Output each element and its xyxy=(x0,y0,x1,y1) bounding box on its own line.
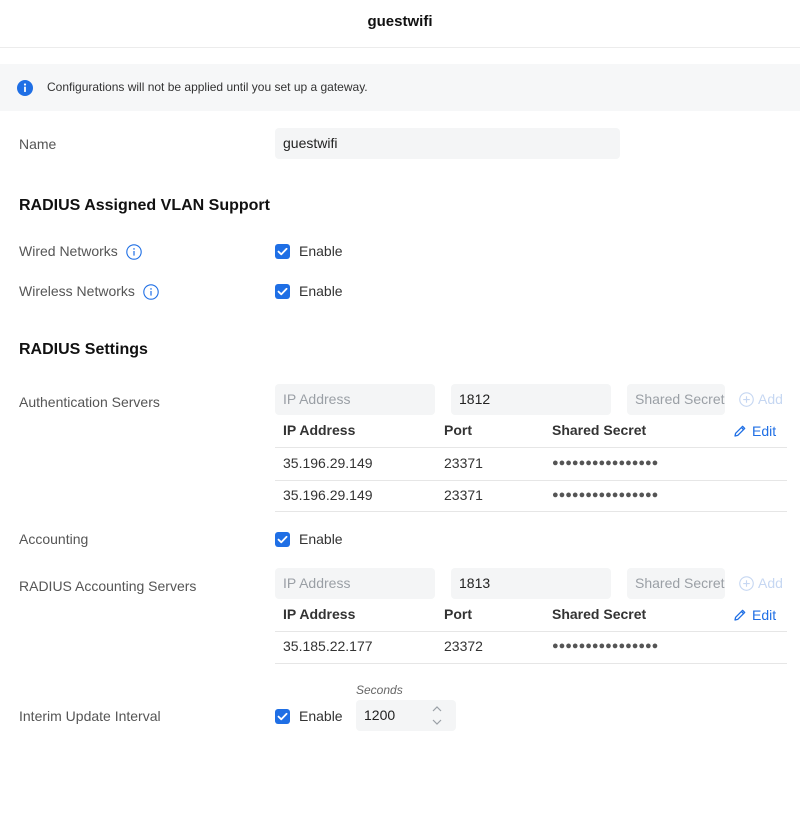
wired-networks-text: Wired Networks xyxy=(19,243,118,259)
accounting-label: Accounting xyxy=(19,531,89,547)
page-title: guestwifi xyxy=(367,13,433,30)
chevron-down-icon[interactable] xyxy=(430,716,444,728)
acct-col-secret: Shared Secret xyxy=(552,606,647,622)
acct-secret-input[interactable]: Shared Secret xyxy=(627,568,725,599)
auth-col-ip: IP Address xyxy=(283,422,356,438)
acct-port-input[interactable]: 1813 xyxy=(451,568,611,599)
wireless-info-icon[interactable] xyxy=(143,284,159,301)
auth-edit-button[interactable]: Edit xyxy=(733,423,776,439)
divider xyxy=(275,631,787,632)
acct-row-port: 23372 xyxy=(444,638,483,654)
acct-edit-label: Edit xyxy=(752,607,777,623)
acct-row-ip: 35.185.22.177 xyxy=(283,638,373,654)
auth-row-secret: ●●●●●●●●●●●●●●●● xyxy=(552,457,659,469)
notice-message: Configurations will not be applied until… xyxy=(47,80,368,94)
auth-row-ip: 35.196.29.149 xyxy=(283,455,373,471)
wireless-networks-label: Wireless Networks xyxy=(19,283,159,301)
acct-servers-label: RADIUS Accounting Servers xyxy=(19,578,197,594)
auth-ip-input[interactable]: IP Address xyxy=(275,384,435,415)
pencil-icon xyxy=(734,425,746,437)
wireless-enable-label: Enable xyxy=(299,283,343,299)
chevron-up-icon[interactable] xyxy=(430,703,444,715)
auth-row-secret: ●●●●●●●●●●●●●●●● xyxy=(552,489,659,501)
check-icon xyxy=(277,247,288,256)
acct-col-port: Port xyxy=(444,606,472,622)
radius-section-title: RADIUS Settings xyxy=(19,341,148,358)
check-icon xyxy=(277,712,288,721)
divider xyxy=(275,480,787,481)
auth-row-ip: 35.196.29.149 xyxy=(283,487,373,503)
vlan-section-title: RADIUS Assigned VLAN Support xyxy=(19,197,270,214)
divider xyxy=(275,511,787,512)
auth-col-secret: Shared Secret xyxy=(552,422,647,438)
accounting-enable-label: Enable xyxy=(299,531,343,547)
divider xyxy=(275,447,787,448)
interim-enable-checkbox[interactable] xyxy=(275,709,290,724)
accounting-enable-checkbox[interactable] xyxy=(275,532,290,547)
plus-circle-icon xyxy=(739,576,754,591)
divider xyxy=(275,663,787,664)
wireless-enable-checkbox[interactable] xyxy=(275,284,290,299)
wired-info-icon[interactable] xyxy=(125,244,142,261)
info-icon xyxy=(17,80,33,96)
gateway-notice: Configurations will not be applied until… xyxy=(0,64,800,111)
auth-servers-label: Authentication Servers xyxy=(19,394,160,410)
auth-row-port: 23371 xyxy=(444,455,483,471)
auth-port-input[interactable]: 1812 xyxy=(451,384,611,415)
plus-circle-icon xyxy=(739,392,754,407)
auth-row-port: 23371 xyxy=(444,487,483,503)
check-icon xyxy=(277,287,288,296)
acct-add-label: Add xyxy=(758,575,783,591)
auth-edit-label: Edit xyxy=(752,423,777,439)
auth-col-port: Port xyxy=(444,422,472,438)
wireless-networks-text: Wireless Networks xyxy=(19,283,135,299)
interim-enable-label: Enable xyxy=(299,708,343,724)
interim-seconds-stepper[interactable]: 1200 xyxy=(356,700,456,731)
check-icon xyxy=(277,535,288,544)
acct-row-secret: ●●●●●●●●●●●●●●●● xyxy=(552,640,659,652)
interim-label: Interim Update Interval xyxy=(19,708,161,724)
wired-enable-label: Enable xyxy=(299,243,343,259)
acct-edit-button[interactable]: Edit xyxy=(733,607,776,623)
acct-col-ip: IP Address xyxy=(283,606,356,622)
name-label: Name xyxy=(19,136,57,152)
pencil-icon xyxy=(734,609,746,621)
auth-add-label: Add xyxy=(758,391,783,407)
acct-add-button[interactable]: Add xyxy=(739,575,783,591)
auth-add-button[interactable]: Add xyxy=(739,391,783,407)
seconds-label: Seconds xyxy=(356,683,403,697)
interim-seconds-value[interactable]: 1200 xyxy=(364,707,395,723)
page-header: guestwifi xyxy=(0,0,800,48)
auth-secret-input[interactable]: Shared Secret xyxy=(627,384,725,415)
wired-enable-checkbox[interactable] xyxy=(275,244,290,259)
name-input[interactable]: guestwifi xyxy=(275,128,620,159)
wired-networks-label: Wired Networks xyxy=(19,243,142,261)
acct-ip-input[interactable]: IP Address xyxy=(275,568,435,599)
